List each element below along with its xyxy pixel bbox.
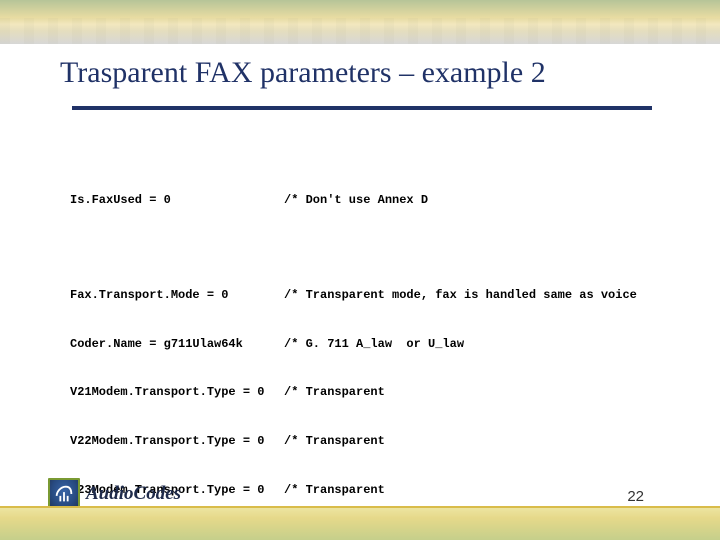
top-decorative-band <box>0 0 720 44</box>
brand-name: AudioCodes <box>86 483 181 505</box>
code-lhs: Is.FaxUsed = 0 <box>70 192 284 208</box>
code-comment: /* Transparent mode, fax is handled same… <box>284 287 637 303</box>
code-comment: /* G. 711 A_law or U_law <box>284 336 464 352</box>
code-lhs: Coder.Name = g711Ulaw64k <box>70 336 284 352</box>
bottom-decorative-band: 22 <box>0 506 720 540</box>
slide: Trasparent FAX parameters – example 2 Is… <box>0 0 720 540</box>
code-line: Fax.Transport.Mode = 0/* Transparent mod… <box>70 287 660 303</box>
code-comment: /* Transparent <box>284 482 385 498</box>
slide-number: 22 <box>627 488 644 505</box>
title-underline <box>72 106 652 110</box>
code-line: Coder.Name = g711Ulaw64k/* G. 711 A_law … <box>70 336 660 352</box>
code-gap <box>70 241 660 255</box>
code-comment: /* Transparent <box>284 384 385 400</box>
code-line: Is.FaxUsed = 0/* Don't use Annex D <box>70 192 660 208</box>
code-lhs: V21Modem.Transport.Type = 0 <box>70 384 284 400</box>
slide-title: Trasparent FAX parameters – example 2 <box>60 56 546 90</box>
code-lhs: Fax.Transport.Mode = 0 <box>70 287 284 303</box>
code-line: V22Modem.Transport.Type = 0/* Transparen… <box>70 433 660 449</box>
code-comment: /* Transparent <box>284 433 385 449</box>
code-lhs: V22Modem.Transport.Type = 0 <box>70 433 284 449</box>
code-line: V21Modem.Transport.Type = 0/* Transparen… <box>70 384 660 400</box>
code-comment: /* Don't use Annex D <box>284 192 428 208</box>
